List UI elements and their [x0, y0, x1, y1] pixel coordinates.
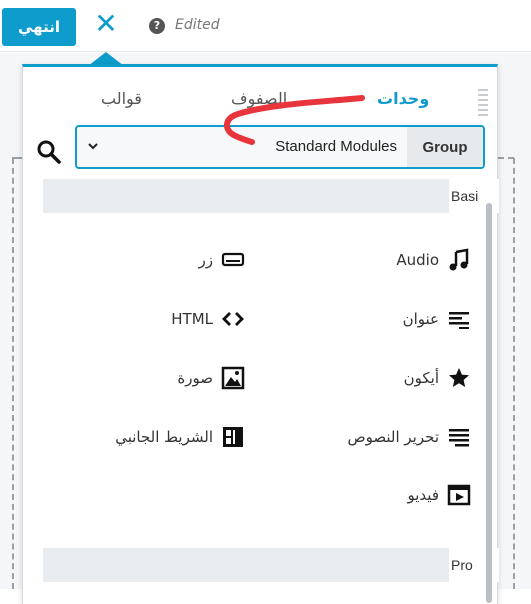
module-icon[interactable]: أيكون [404, 363, 471, 393]
module-label: Audio [396, 251, 439, 269]
panel-tabs: وحدات الصفوف قوالب [23, 81, 499, 121]
music-note-icon [449, 248, 469, 271]
search-icon[interactable] [36, 139, 62, 165]
panel-scrollbar[interactable] [486, 203, 492, 603]
module-video[interactable]: فيديو [408, 480, 472, 510]
drag-handle-icon[interactable] [478, 89, 488, 123]
drop-zone-border [12, 158, 14, 589]
chevron-down-icon [88, 143, 98, 150]
content-panel: وحدات الصفوف قوالب Standard Modules Grou… [22, 64, 499, 604]
module-audio[interactable]: Audio [396, 245, 471, 275]
module-label: تحرير النصوص [347, 428, 439, 446]
button-icon [221, 252, 245, 267]
module-image[interactable]: صورة [177, 363, 245, 393]
module-label: HTML [171, 310, 213, 328]
close-icon[interactable]: ✕ [92, 10, 120, 38]
module-label: أيكون [403, 369, 439, 387]
section-header-pro[interactable]: Pro [43, 548, 499, 582]
module-text-editor[interactable]: تحرير النصوص [347, 422, 471, 452]
tab-templates[interactable]: قوالب [101, 89, 142, 108]
edited-status: Edited [175, 17, 220, 33]
section-header-basic[interactable]: Basi [43, 179, 499, 213]
tab-modules[interactable]: وحدات [377, 89, 429, 108]
star-icon [449, 368, 469, 387]
group-select-value: Standard Modules [275, 138, 397, 155]
video-icon [447, 484, 471, 506]
module-button[interactable]: زر [199, 245, 246, 275]
top-toolbar: انتهي ✕ ? Edited [0, 0, 531, 52]
done-button[interactable]: انتهي [2, 8, 76, 46]
heading-lines-icon [449, 312, 469, 329]
image-icon [221, 366, 245, 390]
group-select[interactable]: Standard Modules Group [75, 125, 485, 169]
module-label: فيديو [407, 486, 440, 504]
tab-rows[interactable]: الصفوف [231, 89, 287, 108]
module-label: صورة [177, 369, 213, 387]
module-html[interactable]: HTML [171, 304, 245, 334]
module-heading[interactable]: عنوان [403, 304, 471, 334]
module-label: الشريط الجانبي [115, 428, 213, 446]
module-sidebar[interactable]: الشريط الجانبي [115, 422, 245, 452]
drop-zone-border [498, 157, 514, 159]
help-icon[interactable]: ? [149, 18, 165, 34]
module-label: عنوان [402, 310, 439, 328]
drop-zone-border [513, 158, 515, 589]
text-editor-icon [449, 429, 469, 447]
sidebar-icon [223, 427, 243, 447]
group-select-label: Group [407, 127, 483, 167]
module-label: زر [198, 251, 214, 269]
code-icon [222, 312, 244, 326]
